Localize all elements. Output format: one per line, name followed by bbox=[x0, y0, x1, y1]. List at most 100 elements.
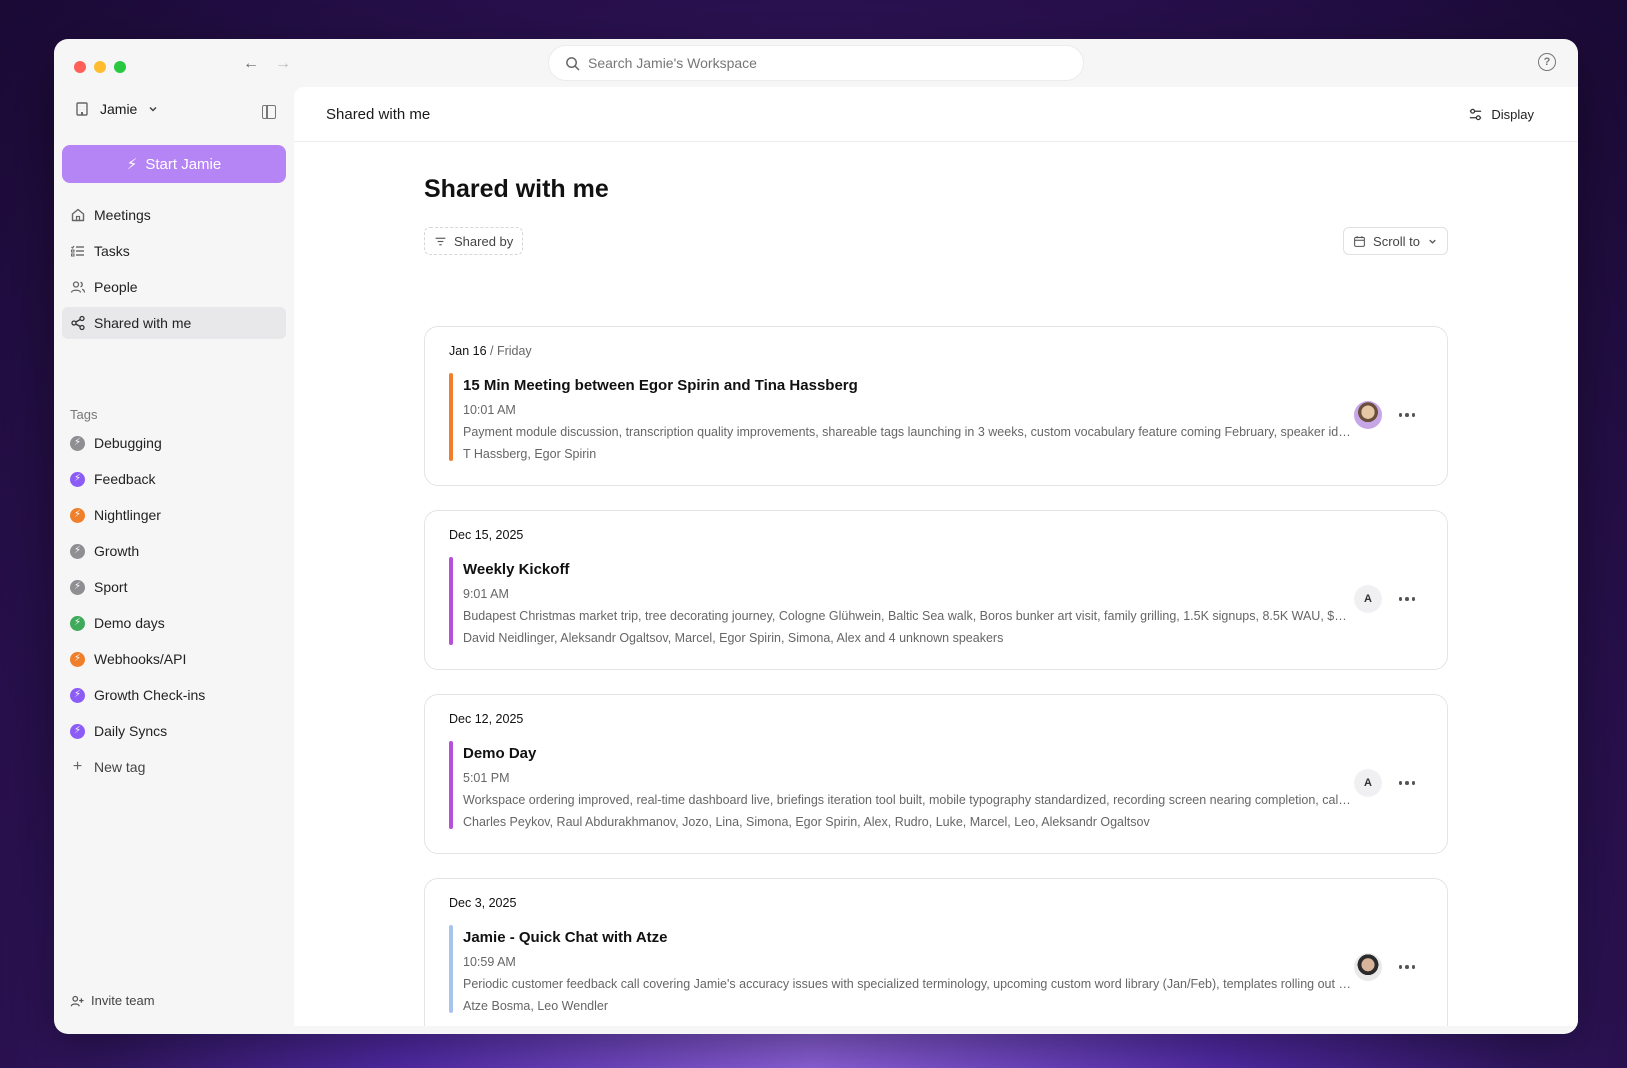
close-window-button[interactable] bbox=[74, 61, 86, 73]
tag-label: Webhooks/API bbox=[94, 651, 187, 667]
tag-label: Debugging bbox=[94, 435, 162, 451]
tag-item-webhooks-api[interactable]: ⚡︎ Webhooks/API bbox=[62, 643, 286, 675]
avatar bbox=[1354, 953, 1382, 981]
tag-lightning-icon: ⚡︎ bbox=[70, 471, 85, 487]
tag-item-nightlinger[interactable]: ⚡︎ Nightlinger bbox=[62, 499, 286, 531]
workspace-switcher[interactable]: Jamie bbox=[74, 101, 159, 117]
search-input[interactable] bbox=[588, 55, 1048, 71]
search-icon bbox=[566, 56, 580, 70]
sidebar-item-label: Shared with me bbox=[94, 315, 192, 331]
tag-label: Growth bbox=[94, 543, 140, 559]
sliders-icon bbox=[1470, 108, 1482, 120]
start-jamie-label: Start Jamie bbox=[145, 155, 222, 173]
shared-by-filter-button[interactable]: Shared by bbox=[424, 227, 524, 255]
title-bar: ← → ? bbox=[54, 39, 1578, 87]
more-options-icon[interactable] bbox=[1395, 773, 1419, 793]
sidebar-nav: Meetings Tasks People Shared with me bbox=[62, 199, 286, 343]
display-label: Display bbox=[1491, 106, 1534, 122]
minimize-window-button[interactable] bbox=[94, 61, 106, 73]
tag-item-sport[interactable]: ⚡︎ Sport bbox=[62, 571, 286, 603]
add-user-icon bbox=[70, 995, 84, 1006]
meeting-summary: Payment module discussion, transcription… bbox=[463, 425, 1353, 439]
display-button[interactable]: Display bbox=[1468, 107, 1534, 122]
tag-label: Feedback bbox=[94, 471, 156, 487]
tag-item-debugging[interactable]: ⚡︎ Debugging bbox=[62, 427, 286, 459]
sidebar-item-tasks[interactable]: Tasks bbox=[62, 235, 286, 267]
meeting-participants: Charles Peykov, Raul Abdurakhmanov, Jozo… bbox=[463, 815, 1150, 829]
tags-heading: Tags bbox=[70, 407, 98, 422]
meeting-time: 5:01 PM bbox=[463, 771, 510, 785]
scroll-to-label: Scroll to bbox=[1373, 233, 1420, 249]
help-icon[interactable]: ? bbox=[1538, 53, 1556, 71]
invite-team-button[interactable]: Invite team bbox=[70, 993, 155, 1008]
meeting-participants: David Neidlinger, Aleksandr Ogaltsov, Ma… bbox=[463, 631, 1004, 645]
tag-label: Growth Check-ins bbox=[94, 687, 206, 703]
search-bar[interactable] bbox=[548, 45, 1084, 81]
meeting-card[interactable]: Dec 12, 2025 Demo Day 5:01 PM Workspace … bbox=[424, 694, 1448, 854]
tag-label: Demo days bbox=[94, 615, 165, 631]
checklist-icon bbox=[71, 245, 84, 257]
meeting-card[interactable]: Jan 16 / Friday 15 Min Meeting between E… bbox=[424, 326, 1448, 486]
share-icon bbox=[71, 315, 85, 331]
new-tag-button[interactable]: + New tag bbox=[62, 751, 286, 783]
lightning-icon: ⚡︎ bbox=[126, 156, 138, 173]
breadcrumb: Shared with me bbox=[326, 105, 431, 123]
more-options-icon[interactable] bbox=[1395, 957, 1419, 977]
avatar: A bbox=[1354, 585, 1382, 613]
meeting-summary: Workspace ordering improved, real-time d… bbox=[463, 793, 1353, 807]
tag-lightning-icon: ⚡︎ bbox=[70, 723, 85, 739]
home-icon bbox=[71, 208, 85, 222]
main-panel: Shared with me Display Shared with me Sh… bbox=[294, 87, 1578, 1026]
plus-icon: + bbox=[72, 758, 83, 775]
start-jamie-button[interactable]: ⚡︎ Start Jamie bbox=[62, 145, 286, 183]
tag-lightning-icon: ⚡︎ bbox=[70, 651, 85, 667]
meeting-date: Dec 15, 2025 bbox=[449, 528, 524, 542]
meeting-title: Jamie - Quick Chat with Atze bbox=[463, 929, 668, 946]
tag-item-feedback[interactable]: ⚡︎ Feedback bbox=[62, 463, 286, 495]
meeting-color-bar bbox=[449, 741, 453, 829]
meeting-title: Weekly Kickoff bbox=[463, 561, 570, 578]
meeting-summary: Budapest Christmas market trip, tree dec… bbox=[463, 609, 1353, 623]
meeting-card[interactable]: Dec 15, 2025 Weekly Kickoff 9:01 AM Buda… bbox=[424, 510, 1448, 670]
more-options-icon[interactable] bbox=[1395, 405, 1419, 425]
back-arrow-icon[interactable]: ← bbox=[240, 53, 262, 75]
meeting-participants: Atze Bosma, Leo Wendler bbox=[463, 999, 608, 1013]
people-icon bbox=[70, 281, 86, 293]
tag-item-daily-syncs[interactable]: ⚡︎ Daily Syncs bbox=[62, 715, 286, 747]
main-header: Shared with me Display bbox=[294, 87, 1578, 142]
tag-item-demo-days[interactable]: ⚡︎ Demo days bbox=[62, 607, 286, 639]
calendar-icon bbox=[1354, 235, 1365, 247]
window-controls bbox=[74, 61, 126, 73]
sidebar: Jamie ⚡︎ Start Jamie Meetings Tasks Peop… bbox=[54, 87, 294, 1034]
tag-list: ⚡︎ Debugging ⚡︎ Feedback ⚡︎ Nightlinger ⚡︎ G… bbox=[62, 427, 286, 787]
tag-item-growth-check-ins[interactable]: ⚡︎ Growth Check-ins bbox=[62, 679, 286, 711]
new-tag-label: New tag bbox=[94, 759, 146, 775]
meeting-time: 9:01 AM bbox=[463, 587, 509, 601]
sidebar-item-meetings[interactable]: Meetings bbox=[62, 199, 286, 231]
sidebar-toggle-icon[interactable] bbox=[262, 105, 276, 119]
meeting-time: 10:01 AM bbox=[463, 403, 516, 417]
meeting-card[interactable]: Dec 3, 2025 Jamie - Quick Chat with Atze… bbox=[424, 878, 1448, 1026]
tag-item-growth[interactable]: ⚡︎ Growth bbox=[62, 535, 286, 567]
meeting-date: Dec 12, 2025 bbox=[449, 712, 524, 726]
meeting-color-bar bbox=[449, 557, 453, 645]
meeting-date: Jan 16 / Friday bbox=[449, 344, 532, 358]
sidebar-item-shared-with-me[interactable]: Shared with me bbox=[62, 307, 286, 339]
tag-lightning-icon: ⚡︎ bbox=[70, 579, 85, 595]
invite-team-label: Invite team bbox=[91, 993, 155, 1008]
tag-lightning-icon: ⚡︎ bbox=[70, 615, 85, 631]
more-options-icon[interactable] bbox=[1395, 589, 1419, 609]
tag-label: Daily Syncs bbox=[94, 723, 168, 739]
meeting-participants: T Hassberg, Egor Spirin bbox=[463, 447, 597, 461]
scroll-to-dropdown[interactable]: Scroll to bbox=[1343, 227, 1448, 255]
meeting-title: 15 Min Meeting between Egor Spirin and T… bbox=[463, 377, 858, 394]
maximize-window-button[interactable] bbox=[114, 61, 126, 73]
meeting-time: 10:59 AM bbox=[463, 955, 516, 969]
meeting-color-bar bbox=[449, 373, 453, 461]
forward-arrow-icon[interactable]: → bbox=[272, 53, 294, 75]
filter-icon bbox=[435, 237, 446, 245]
chevron-down-icon bbox=[1429, 239, 1436, 244]
sidebar-item-people[interactable]: People bbox=[62, 271, 286, 303]
chevron-down-icon bbox=[149, 106, 157, 112]
meeting-summary: Periodic customer feedback call covering… bbox=[463, 977, 1353, 991]
